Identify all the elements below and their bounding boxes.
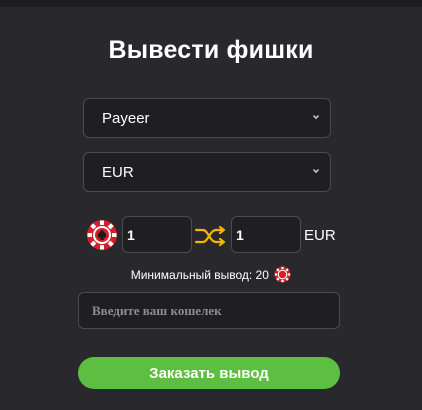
currency-label: EUR bbox=[304, 227, 336, 244]
currency-amount-input[interactable] bbox=[231, 216, 301, 253]
currency-select-value: EUR bbox=[102, 164, 134, 181]
poker-chip-icon bbox=[87, 220, 117, 250]
wallet-input[interactable] bbox=[78, 292, 340, 329]
chips-amount-input[interactable] bbox=[122, 216, 192, 253]
chevron-down-icon bbox=[312, 168, 320, 174]
payment-method-value: Payeer bbox=[102, 110, 150, 127]
minimum-withdrawal-row: Минимальный вывод: 20 bbox=[0, 266, 422, 283]
currency-select[interactable]: EUR bbox=[83, 152, 331, 192]
minimum-withdrawal-label: Минимальный вывод: 20 bbox=[130, 268, 269, 282]
chevron-down-icon bbox=[312, 114, 320, 120]
poker-chip-icon bbox=[274, 266, 291, 283]
top-bar bbox=[0, 0, 422, 7]
swap-icon bbox=[194, 225, 226, 247]
payment-method-select[interactable]: Payeer bbox=[83, 98, 331, 138]
page-title: Вывести фишки bbox=[108, 36, 314, 64]
submit-withdrawal-button[interactable]: Заказать вывод bbox=[78, 357, 340, 389]
